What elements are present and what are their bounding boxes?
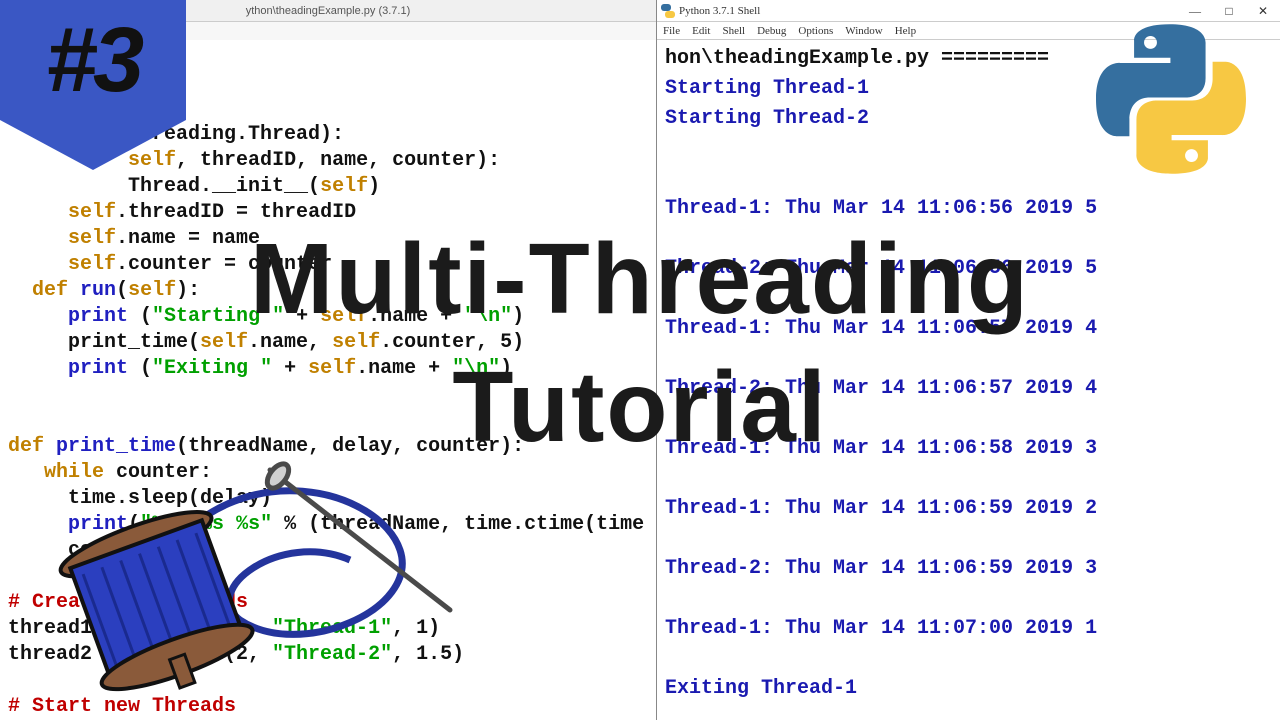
shell-output-line	[665, 584, 1272, 614]
shell-titlebar: Python 3.7.1 Shell — □ ✕	[657, 0, 1280, 22]
shell-output-line: Exiting Thread-1	[665, 674, 1272, 704]
shell-output-line: Thread-1: Thu Mar 14 11:06:59 2019 2	[665, 494, 1272, 524]
python-icon	[661, 4, 675, 18]
shell-output-line: Thread-1: Thu Mar 14 11:07:00 2019 1	[665, 614, 1272, 644]
episode-number: #3	[0, 0, 186, 120]
shell-output-line	[665, 704, 1272, 720]
shell-menu-item[interactable]: Help	[889, 25, 922, 37]
python-logo-icon	[1096, 24, 1246, 174]
shell-menu-item[interactable]: Debug	[751, 25, 792, 37]
shell-output-line	[665, 644, 1272, 674]
shell-menu-item[interactable]: Edit	[686, 25, 716, 37]
minimize-button[interactable]: —	[1178, 0, 1212, 22]
shell-output-line	[665, 524, 1272, 554]
shell-menu-item[interactable]: Window	[839, 25, 888, 37]
shell-menu-item[interactable]: Shell	[716, 25, 751, 37]
shell-output-line: Thread-2: Thu Mar 14 11:06:59 2019 3	[665, 554, 1272, 584]
episode-badge: #3	[0, 0, 186, 170]
title-line-1: Multi-Threading	[0, 215, 1280, 343]
code-line: Thread.__init__(self)	[8, 174, 656, 200]
thread-spool-icon	[40, 430, 460, 710]
shell-menu-item[interactable]: File	[657, 25, 686, 37]
maximize-button[interactable]: □	[1212, 0, 1246, 22]
close-button[interactable]: ✕	[1246, 0, 1280, 22]
shell-title-text: Python 3.7.1 Shell	[679, 0, 1178, 22]
shell-menu-item[interactable]: Options	[792, 25, 839, 37]
